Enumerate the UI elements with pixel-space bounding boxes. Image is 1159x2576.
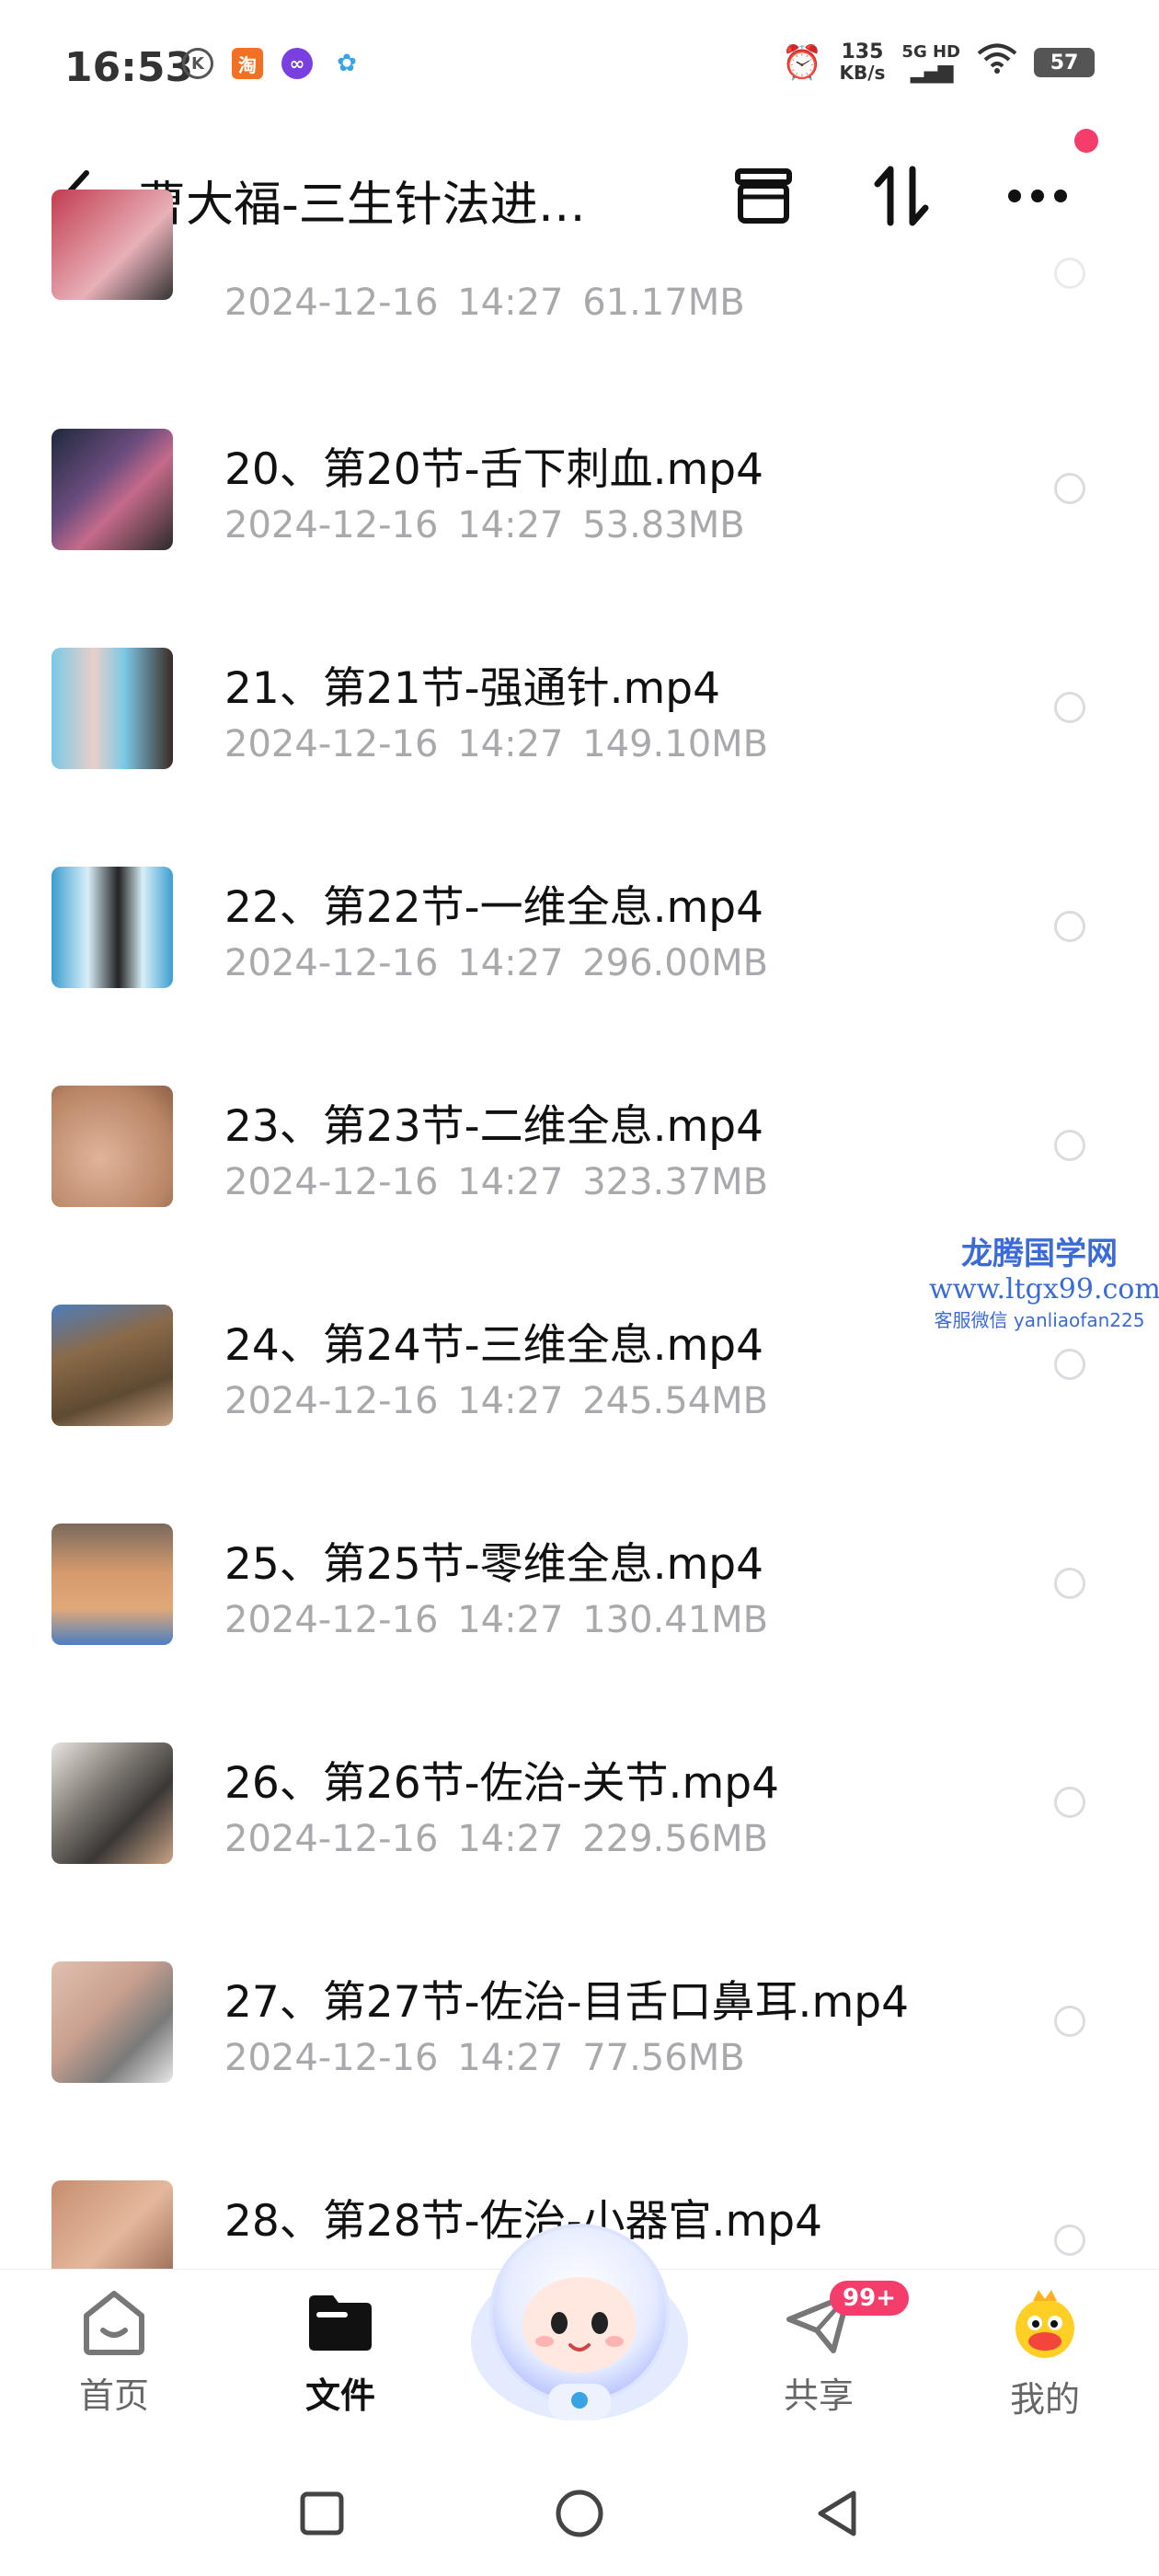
archive-button[interactable] [727, 164, 800, 228]
select-radio[interactable] [1054, 1349, 1085, 1380]
video-thumbnail [52, 429, 173, 550]
nav-files-label: 文件 [304, 2375, 375, 2416]
notification-dot [1074, 129, 1098, 153]
file-row[interactable]: 20、第20节-舌下刺血.mp4 2024-12-16 14:27 53.83M… [0, 429, 1159, 648]
video-thumbnail [52, 190, 173, 300]
file-row[interactable]: 27、第27节-佐治-目舌口鼻耳.mp4 2024-12-16 14:27 77… [0, 1961, 1159, 2180]
battery-indicator: 57 [1034, 48, 1095, 77]
file-name: 27、第27节-佐治-目舌口鼻耳.mp4 [224, 1977, 909, 2028]
video-thumbnail [52, 1524, 173, 1645]
file-name: 26、第26节-佐治-关节.mp4 [224, 1758, 779, 1809]
share-badge: 99+ [830, 2281, 909, 2316]
file-meta: 2024-12-16 14:27 61.17MB [224, 282, 745, 324]
sort-button[interactable] [865, 164, 938, 228]
video-thumbnail [52, 867, 173, 988]
video-thumbnail [52, 648, 173, 769]
file-row[interactable]: 22、第22节-一维全息.mp4 2024-12-16 14:27 296.00… [0, 867, 1159, 1086]
file-meta: 2024-12-16 14:27 77.56MB [224, 2037, 745, 2079]
video-thumbnail [52, 1742, 173, 1864]
cloud-app-icon: ✿ [337, 50, 357, 77]
status-time: 16:53 [64, 44, 194, 91]
mascot-button[interactable] [460, 2203, 699, 2443]
more-icon [1008, 190, 1067, 202]
circle-icon [556, 2490, 603, 2537]
watermark-contact: 客服微信 yanliaofan225 [934, 1309, 1145, 1331]
watermark: 龙腾国学网 www.ltgx99.com 客服微信 yanliaofan225 [929, 1228, 1159, 1332]
select-radio[interactable] [1054, 1130, 1085, 1161]
select-radio[interactable] [1054, 258, 1085, 289]
network-speed: 135 KB/s [839, 40, 886, 84]
file-meta: 2024-12-16 14:27 296.00MB [224, 942, 769, 984]
file-name: 21、第21节-强通针.mp4 [224, 663, 721, 714]
k-app-icon: K [182, 48, 213, 79]
system-nav-bar [0, 2453, 1159, 2576]
infinity-app-icon: ∞ [281, 48, 313, 79]
file-row[interactable]: 2024-12-16 14:27 61.17MB [0, 190, 1159, 440]
select-radio[interactable] [1054, 2006, 1085, 2037]
more-button[interactable] [1001, 164, 1074, 228]
file-name: 25、第25节-零维全息.mp4 [224, 1539, 764, 1590]
file-name: 24、第24节-三维全息.mp4 [224, 1320, 764, 1371]
select-radio[interactable] [1054, 1568, 1085, 1599]
file-meta: 2024-12-16 14:27 149.10MB [224, 723, 769, 765]
watermark-title: 龙腾国学网 [961, 1236, 1118, 1272]
sort-icon [874, 166, 929, 226]
nav-home-label: 首页 [78, 2375, 149, 2416]
file-row[interactable]: 25、第25节-零维全息.mp4 2024-12-16 14:27 130.41… [0, 1524, 1159, 1742]
file-meta: 2024-12-16 14:27 229.56MB [224, 1818, 769, 1860]
file-meta: 2024-12-16 14:27 323.37MB [224, 1161, 769, 1203]
select-radio[interactable] [1054, 692, 1085, 723]
video-thumbnail [52, 1961, 173, 2083]
file-meta: 2024-12-16 14:27 53.83MB [224, 504, 745, 546]
avatar-icon [1016, 2290, 1074, 2358]
file-name: 20、第20节-舌下刺血.mp4 [224, 444, 764, 495]
status-system-icons: ⏰ 135 KB/s 5G HD ▂▄▆ 57 [782, 42, 1095, 83]
select-radio[interactable] [1054, 911, 1085, 942]
home-system-button[interactable] [552, 2486, 607, 2541]
watermark-url: www.ltgx99.com [929, 1273, 1159, 1305]
signal-icon: 5G HD ▂▄▆ [901, 42, 960, 84]
nav-home[interactable]: 首页 [40, 2288, 188, 2418]
back-system-button[interactable] [809, 2486, 865, 2541]
nav-share[interactable]: 99+ 共享 [745, 2281, 909, 2418]
archive-icon [735, 168, 792, 224]
square-icon [300, 2491, 344, 2536]
file-row[interactable]: 21、第21节-强通针.mp4 2024-12-16 14:27 149.10M… [0, 648, 1159, 867]
home-icon [84, 2291, 144, 2355]
wifi-icon [977, 43, 1017, 83]
status-bar: 16:53 K 淘 ∞ ✿ ⏰ 135 KB/s 5G HD ▂▄▆ 57 [0, 0, 1159, 138]
file-meta: 2024-12-16 14:27 130.41MB [224, 1599, 769, 1641]
nav-mine[interactable]: 我的 [971, 2288, 1119, 2421]
file-name: 23、第23节-二维全息.mp4 [224, 1101, 764, 1152]
folder-icon [309, 2295, 372, 2351]
recents-button[interactable] [294, 2486, 350, 2541]
select-radio[interactable] [1054, 473, 1085, 504]
select-radio[interactable] [1054, 1787, 1085, 1818]
triangle-back-icon [818, 2490, 856, 2536]
select-radio[interactable] [1054, 2225, 1085, 2256]
mascot-icon [471, 2224, 688, 2421]
video-thumbnail [52, 1305, 173, 1426]
nav-files[interactable]: 文件 [267, 2288, 414, 2418]
status-notification-icons: K 淘 ∞ ✿ [182, 48, 362, 79]
file-row[interactable]: 26、第26节-佐治-关节.mp4 2024-12-16 14:27 229.5… [0, 1742, 1159, 1961]
video-thumbnail [52, 1086, 173, 1207]
nav-share-label: 共享 [783, 2375, 854, 2416]
file-name: 22、第22节-一维全息.mp4 [224, 882, 764, 933]
nav-mine-label: 我的 [1009, 2379, 1080, 2420]
alarm-icon: ⏰ [781, 44, 823, 82]
file-row[interactable]: 24、第24节-三维全息.mp4 2024-12-16 14:27 245.54… [0, 1305, 1159, 1524]
taobao-icon: 淘 [232, 48, 263, 79]
file-meta: 2024-12-16 14:27 245.54MB [224, 1380, 769, 1422]
